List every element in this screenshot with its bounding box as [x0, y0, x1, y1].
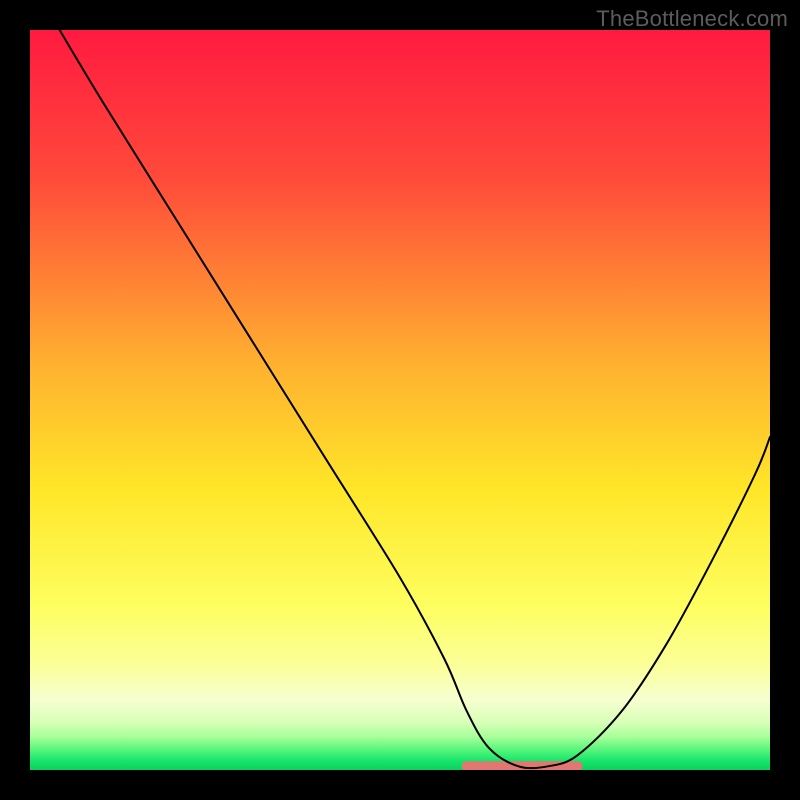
watermark-text: TheBottleneck.com	[596, 6, 788, 32]
chart-background	[30, 30, 770, 770]
plot-area	[30, 30, 770, 770]
chart-svg	[30, 30, 770, 770]
chart-frame: TheBottleneck.com	[0, 0, 800, 800]
